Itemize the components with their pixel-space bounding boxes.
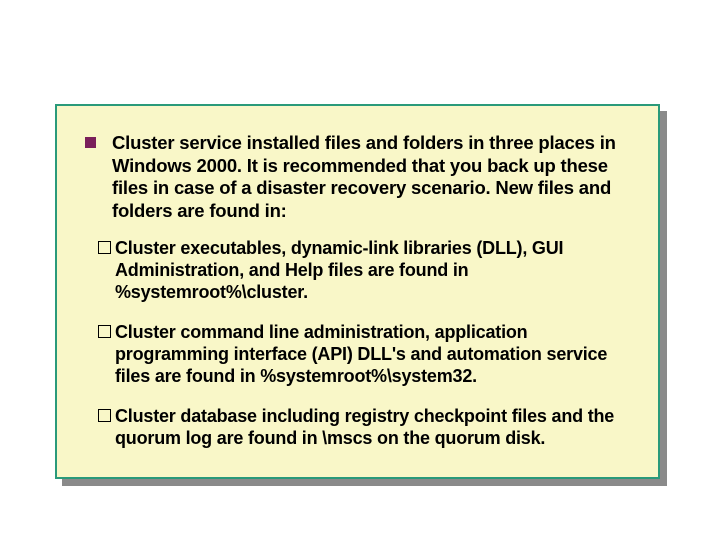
list-item: Cluster command line administration, app… (85, 322, 648, 388)
list-item: Cluster database including registry chec… (85, 406, 648, 450)
item-text: Cluster database including registry chec… (115, 406, 614, 448)
list-item: Cluster executables, dynamic-link librar… (85, 238, 648, 304)
empty-square-icon (98, 409, 111, 422)
empty-square-icon (98, 325, 111, 338)
item-wrap: Cluster database including registry chec… (85, 406, 640, 450)
info-panel: Cluster service installed files and fold… (55, 104, 660, 479)
intro-text: Cluster service installed files and fold… (112, 132, 648, 222)
intro-row: Cluster service installed files and fold… (85, 132, 648, 222)
item-text: Cluster command line administration, app… (115, 322, 607, 386)
item-wrap: Cluster executables, dynamic-link librar… (85, 238, 640, 304)
empty-square-icon (98, 241, 111, 254)
item-wrap: Cluster command line administration, app… (85, 322, 640, 388)
square-bullet-icon (85, 137, 96, 148)
item-text: Cluster executables, dynamic-link librar… (115, 238, 563, 302)
